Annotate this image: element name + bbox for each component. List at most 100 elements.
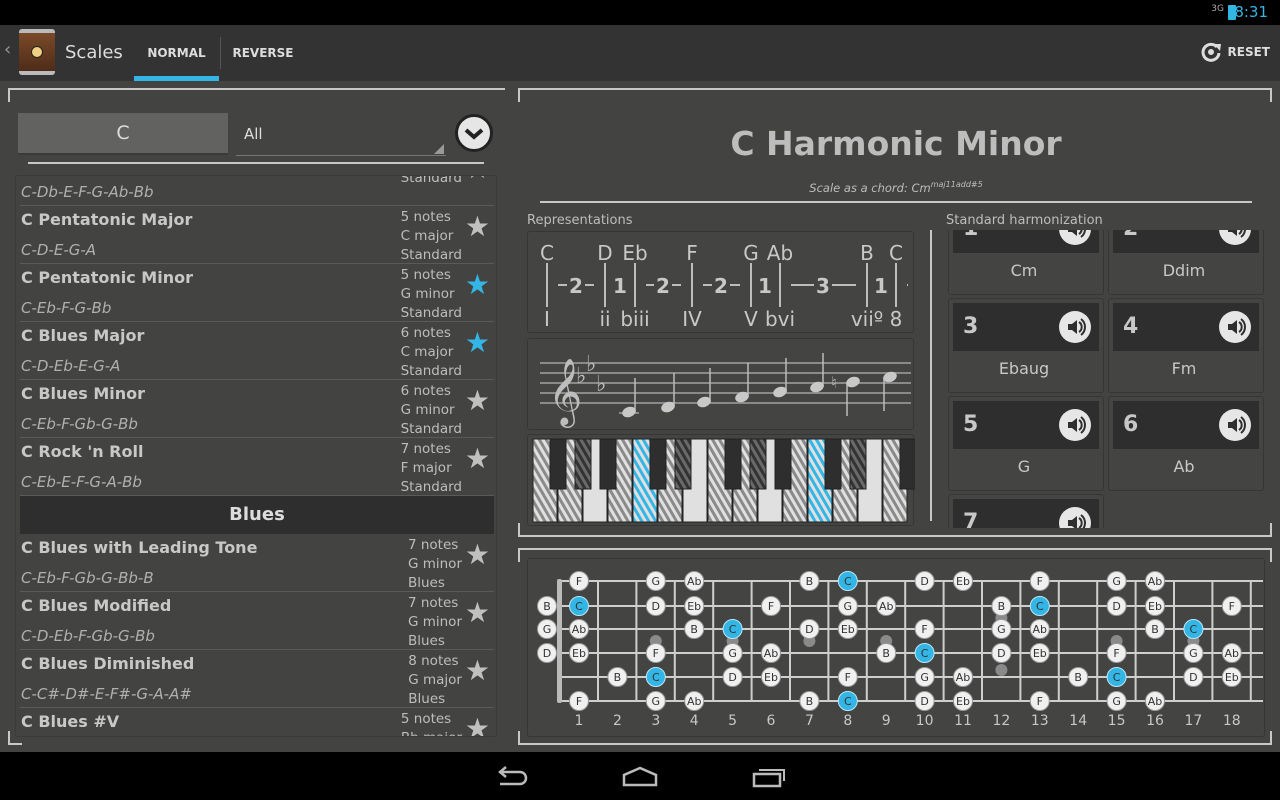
tab-normal[interactable]: NORMAL: [134, 25, 219, 81]
list-item[interactable]: C-Db-E-F-G-Ab-Bb F minorStandard★: [20, 176, 494, 206]
interval-diagram: C I Dii Eb biii F IV G V Ab bvi Bviiº C 8 2 1 2 2 1 3 1: [527, 231, 914, 333]
favorite-star-icon[interactable]: ★: [465, 442, 490, 475]
chord-card[interactable]: 4 Fm: [1108, 298, 1264, 393]
reset-button[interactable]: RESET: [1200, 41, 1270, 63]
chord-card[interactable]: 6 Ab: [1108, 396, 1264, 491]
list-item[interactable]: C Blues with Leading Tone C-Eb-F-Gb-G-Bb-…: [20, 534, 494, 592]
play-sound-button[interactable]: [1059, 230, 1091, 245]
speaker-icon: [1068, 230, 1086, 238]
speaker-icon: [1068, 318, 1086, 336]
back-chevron-icon[interactable]: ‹: [4, 39, 11, 60]
degree-label: IV: [682, 307, 702, 331]
fret-number: 16: [1146, 713, 1164, 729]
degree-label: ii: [599, 307, 610, 331]
chord-card[interactable]: 5G: [948, 396, 1104, 491]
favorite-star-icon[interactable]: ★: [465, 596, 490, 629]
note-label: Eb: [841, 623, 855, 636]
favorite-star-icon[interactable]: ★: [465, 326, 490, 359]
group-header: Blues: [20, 496, 494, 534]
note-label: G: [728, 647, 737, 660]
expand-button[interactable]: [455, 114, 493, 152]
fretboard[interactable]: F G Ab B C D Eb F G Ab B C D Eb F G Ab B C D Eb F G Ab B C D Eb F G Ab…: [527, 558, 1265, 737]
note-label: Ab: [1225, 647, 1240, 660]
chord-name: Fm: [1171, 359, 1197, 378]
scale-pattern: C-Db-E-F-G-Ab-Bb: [21, 183, 154, 201]
note-name: B: [860, 241, 874, 265]
note-label: G: [1112, 695, 1121, 708]
chord-card[interactable]: 2 Ddim: [1108, 230, 1264, 295]
scale-group: Blues: [407, 575, 445, 591]
note-count: 7 notes: [407, 537, 459, 553]
list-item[interactable]: C Blues Minor C-Eb-F-Gb-G-Bb 6 notes G mino…: [20, 380, 494, 438]
play-sound-button[interactable]: [1219, 409, 1251, 441]
chord-name: Ddim: [1162, 261, 1206, 280]
scale-group: Blues: [408, 691, 446, 707]
scale-pattern: C-Eb-F-G-Bb: [21, 299, 112, 317]
home-icon[interactable]: [622, 766, 658, 788]
tab-reverse[interactable]: REVERSE: [220, 37, 305, 69]
chord-card[interactable]: 3 Ebaug: [948, 298, 1104, 393]
navigation-bar: [0, 752, 1280, 800]
speaker-icon: [1228, 230, 1246, 238]
piano-keyboard[interactable]: [527, 434, 917, 526]
note-label: G: [1112, 575, 1121, 588]
chord-header: 7: [953, 499, 1099, 528]
list-item[interactable]: C Blues Major C-D-Eb-E-G-A 6 notes C major S…: [20, 322, 494, 380]
list-item[interactable]: C Blues Modified C-D-Eb-F-Gb-G-Bb 7 notes G…: [20, 592, 494, 650]
chord-degree: 4: [1123, 314, 1139, 339]
harmonization-grid[interactable]: 1Cm2Ddim3Ebaug 4 Fm 5G6Ab 7: [946, 230, 1266, 528]
note-count: 6 notes: [400, 325, 451, 341]
speaker-icon: [1228, 416, 1246, 434]
category-dropdown[interactable]: All: [236, 113, 446, 156]
list-item[interactable]: C Pentatonic Major C-D-E-G-A 5 notes C majo…: [20, 206, 494, 264]
note-label: F: [1037, 575, 1043, 588]
degree-label: viiº: [851, 307, 883, 331]
app-logo[interactable]: [19, 29, 55, 75]
note-name: F: [686, 241, 698, 265]
fret-number: 17: [1184, 713, 1202, 729]
key-selector[interactable]: C: [18, 113, 228, 155]
note-label: F: [653, 647, 659, 660]
note-name: G: [743, 241, 759, 265]
chord-degree: 6: [1123, 412, 1139, 437]
favorite-star-icon[interactable]: ★: [465, 176, 490, 185]
scale-pattern: C-Eb-F-Gb-G-Bb: [21, 415, 138, 433]
fret-number: 13: [1031, 713, 1049, 729]
play-sound-button[interactable]: [1059, 311, 1091, 343]
piano-black-key-Ab: [749, 438, 767, 490]
back-icon[interactable]: [494, 766, 530, 788]
play-sound-button[interactable]: [1059, 507, 1091, 528]
fret-number: 7: [805, 713, 814, 729]
app-title: Scales: [65, 42, 123, 63]
list-item[interactable]: C Pentatonic Minor C-Eb-F-G-Bb 5 notes G mi…: [20, 264, 494, 322]
staff-notation[interactable]: 𝄞 ♭ ♭ ♭ ♮: [527, 338, 914, 430]
note-label: D: [1189, 671, 1197, 684]
play-sound-button[interactable]: [1059, 409, 1091, 441]
status-bar: 3G 8:31: [0, 0, 1280, 25]
favorite-star-icon[interactable]: ★: [465, 210, 490, 243]
note-label: Eb: [956, 575, 970, 588]
fret-number: 1: [575, 713, 584, 729]
note-label: C: [1190, 623, 1198, 636]
scale-key: F major: [400, 460, 452, 476]
interval-number: 1: [758, 274, 772, 298]
recent-apps-icon[interactable]: [750, 766, 786, 788]
divider: [28, 162, 484, 164]
play-sound-button[interactable]: [1219, 311, 1251, 343]
chord-card[interactable]: 7: [948, 494, 1104, 528]
favorite-star-icon[interactable]: ★: [465, 384, 490, 417]
chord-name: Cm: [1010, 261, 1038, 280]
chord-card[interactable]: 1 Cm: [948, 230, 1104, 295]
list-item[interactable]: C Blues #V 5 notes Bb major★: [20, 708, 494, 736]
note-name: C: [889, 241, 903, 265]
favorite-star-icon[interactable]: ★: [465, 268, 490, 301]
play-sound-button[interactable]: [1219, 230, 1251, 245]
favorite-star-icon[interactable]: ★: [465, 538, 490, 571]
list-item[interactable]: C Blues Diminished C-C#-D#-E-F#-G-A-A# 8 n…: [20, 650, 494, 708]
scale-group: Standard: [400, 247, 462, 263]
favorite-star-icon[interactable]: ★: [465, 712, 490, 736]
scale-list[interactable]: C-Db-E-F-G-Ab-BbF minorStandard★C Pentat…: [15, 175, 497, 737]
favorite-star-icon[interactable]: ★: [465, 654, 490, 687]
fret-number: 14: [1069, 713, 1087, 729]
list-item[interactable]: C Rock 'n Roll C-Eb-E-F-G-A-Bb 7 notes F ma…: [20, 438, 494, 496]
